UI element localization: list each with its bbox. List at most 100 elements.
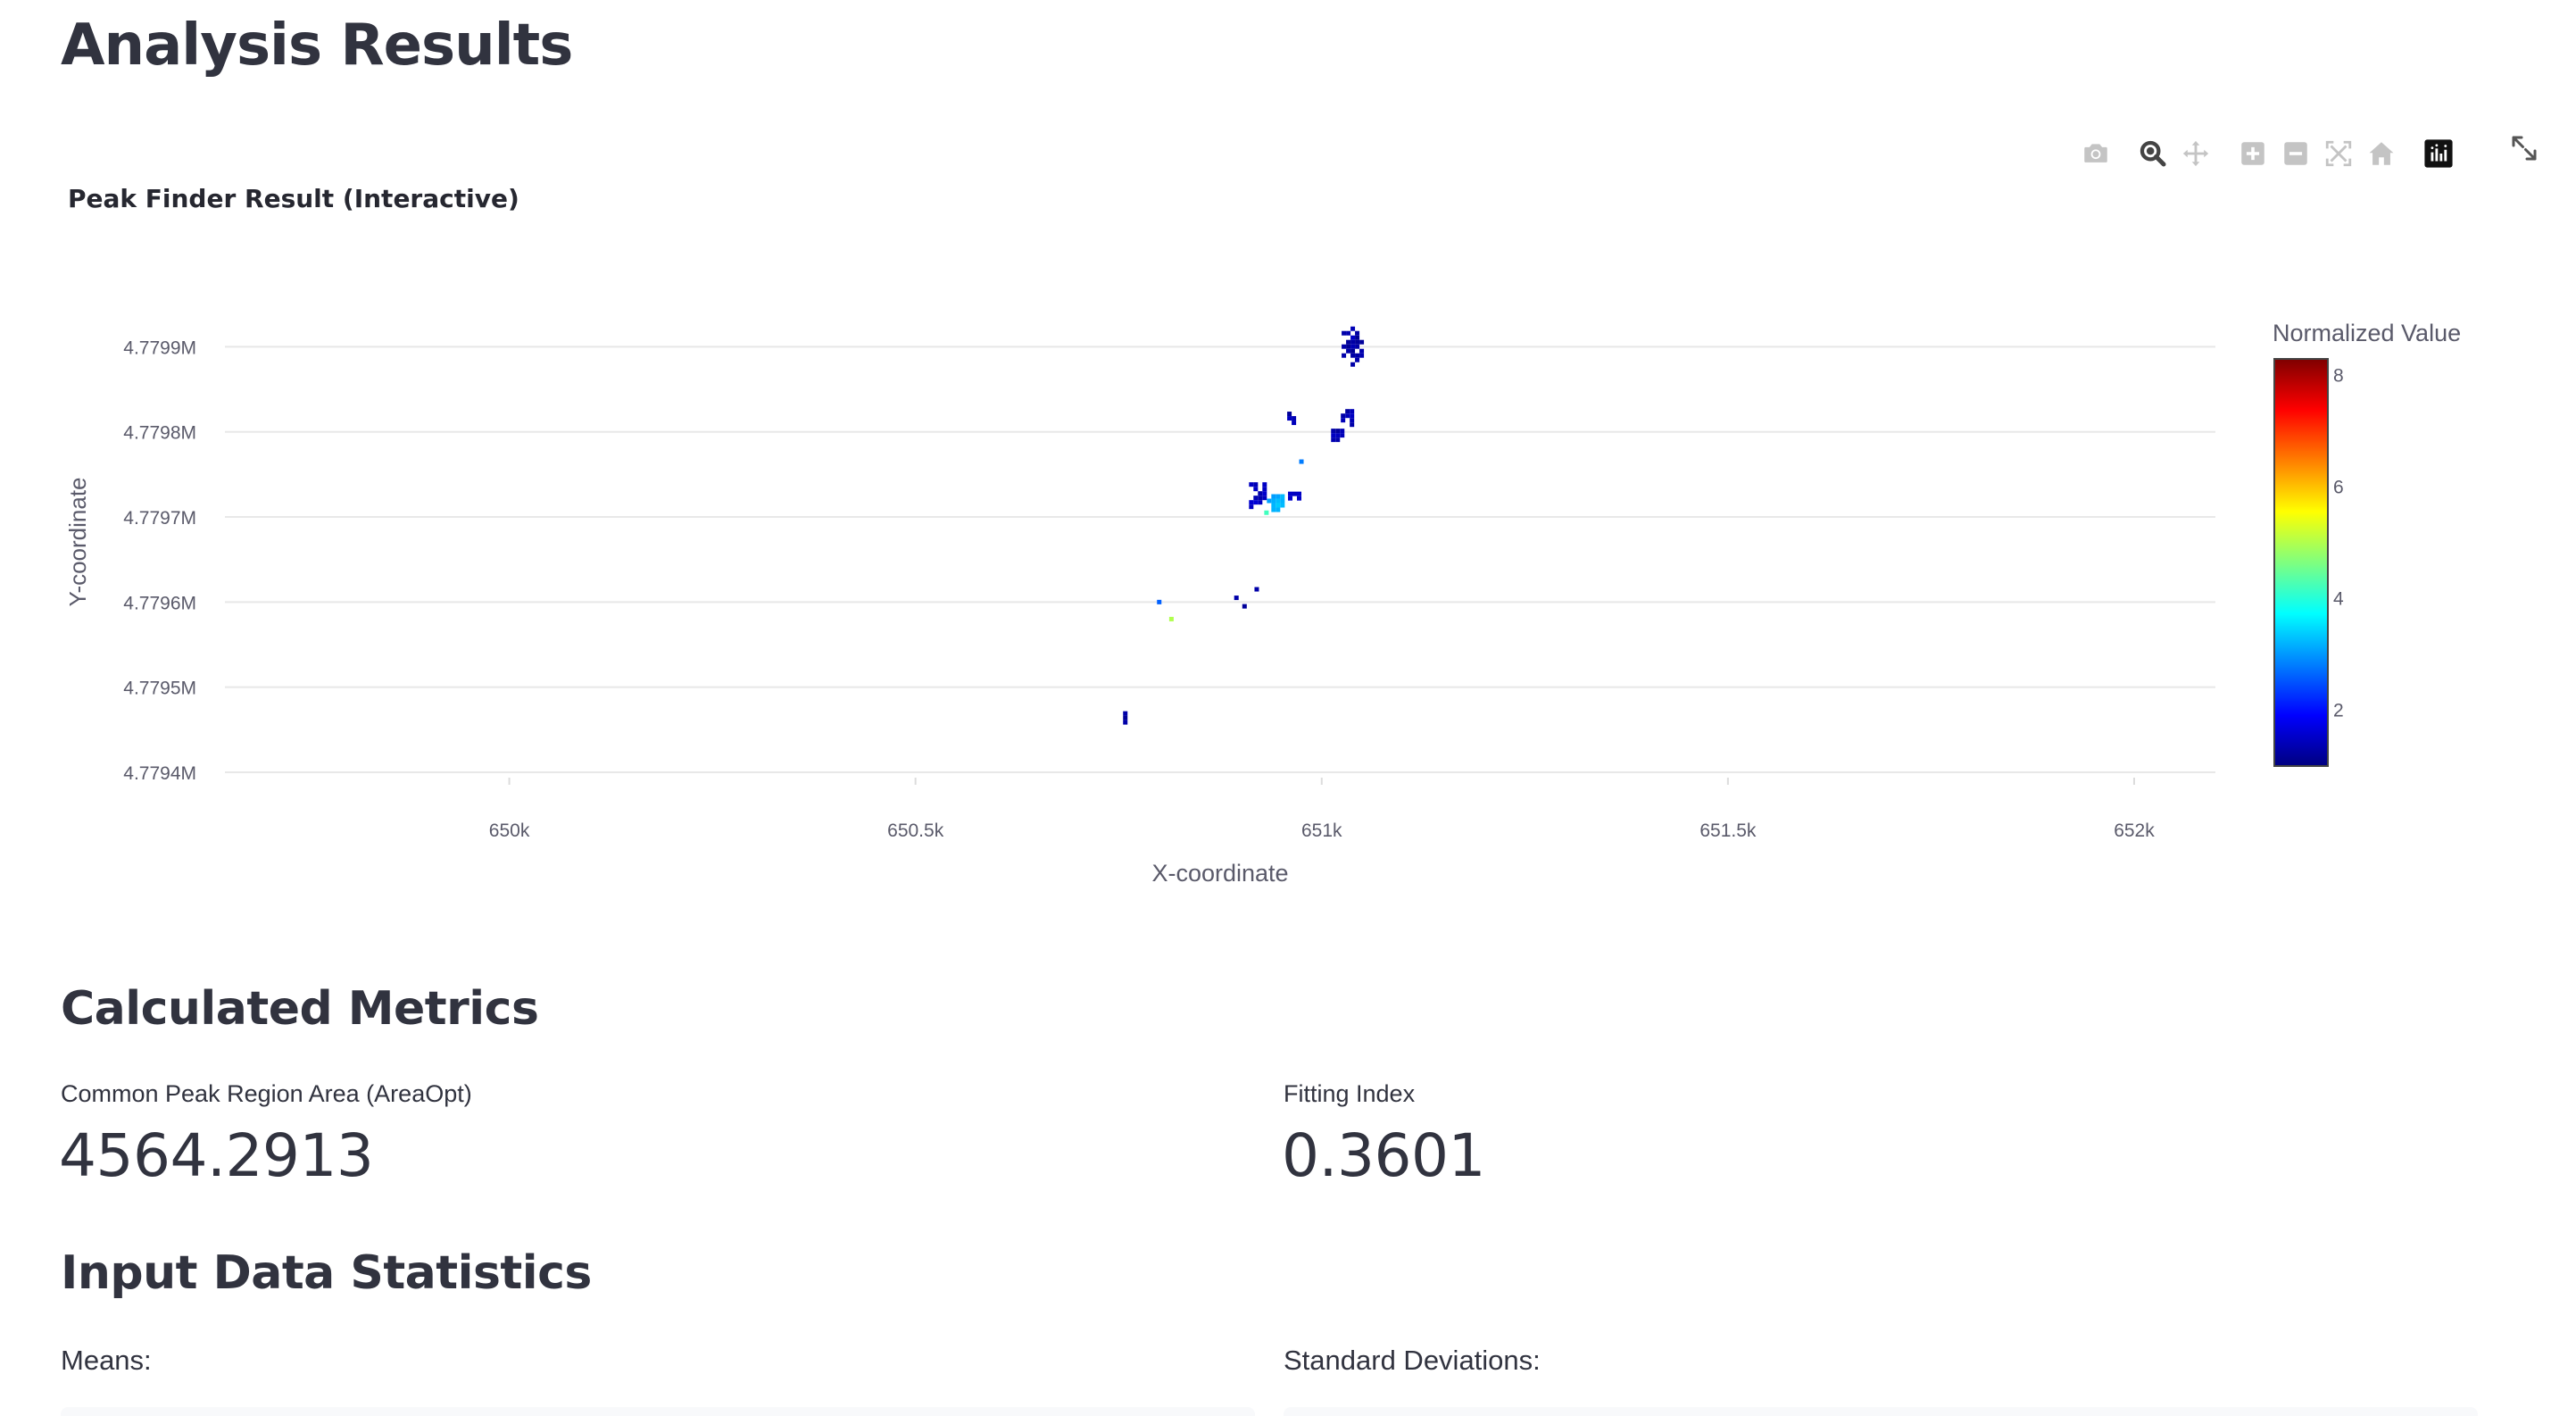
heatmap-cell xyxy=(1331,429,1336,434)
heatmap-cell xyxy=(1335,437,1341,443)
colorbar-tick-label: 6 xyxy=(2333,478,2344,498)
heatmap-cell xyxy=(1355,353,1360,358)
heatmap-cell xyxy=(1276,498,1281,504)
heatmap-cell xyxy=(1249,500,1254,505)
heatmap-point xyxy=(1299,459,1304,464)
heatmap-cell xyxy=(1341,418,1346,423)
std-table xyxy=(1284,1407,2478,1416)
heatmap-cell xyxy=(1350,353,1356,358)
heatmap-cell xyxy=(1258,496,1263,501)
colorbar-title: Normalized Value xyxy=(2273,320,2461,346)
heatmap-cell xyxy=(1287,412,1292,417)
heatmap-cell xyxy=(1331,433,1336,438)
zoom-out-icon[interactable] xyxy=(2278,136,2314,171)
heatmap-cell xyxy=(1355,357,1360,362)
heatmap-cell xyxy=(1253,496,1259,501)
heatmap-cell xyxy=(1276,494,1281,499)
heatmap-cell xyxy=(1359,353,1365,358)
metrics-heading: Calculated Metrics xyxy=(61,982,539,1036)
heatmap-cell xyxy=(1342,330,1347,336)
heatmap-cell xyxy=(1341,413,1346,419)
heatmap-cell xyxy=(1123,711,1128,716)
heatmap-cell xyxy=(1350,339,1356,345)
heatmap-cell xyxy=(1346,348,1351,354)
heatmap-point xyxy=(1234,596,1239,601)
heatmap-cell xyxy=(1355,335,1360,340)
y-axis-title: Y-coordinate xyxy=(64,477,91,606)
y-tick-label: 4.7798M xyxy=(123,423,196,444)
peak-cluster xyxy=(1341,409,1355,428)
peak-cluster xyxy=(1123,711,1128,725)
home-icon[interactable] xyxy=(2364,136,2399,171)
heatmap-cell xyxy=(1280,498,1285,504)
means-label: Means: xyxy=(61,1345,152,1376)
peak-cluster xyxy=(1249,482,1267,510)
heatmap-cell xyxy=(1271,498,1276,504)
heatmap-cell xyxy=(1249,482,1254,487)
peak-cluster xyxy=(1267,494,1285,512)
heatmap-cell xyxy=(1287,416,1292,421)
heatmap-point xyxy=(1254,587,1259,592)
heatmap-cell xyxy=(1296,491,1301,496)
heatmap-point xyxy=(1242,604,1247,609)
heatmap-cell xyxy=(1350,344,1356,349)
autoscale-icon[interactable] xyxy=(2321,136,2356,171)
heatmap-cell xyxy=(1346,339,1351,345)
heatmap-cell xyxy=(1271,507,1276,512)
heatmap-cell xyxy=(1262,496,1267,501)
heatmap-cell xyxy=(1253,482,1259,487)
heatmap-cell xyxy=(1342,344,1347,349)
heatmap-cell xyxy=(1350,422,1355,428)
heatmap-cell xyxy=(1345,409,1350,414)
x-tick-label: 651k xyxy=(1301,820,1342,841)
heatmap-cell xyxy=(1331,437,1336,443)
heatmap-cell xyxy=(1345,413,1350,419)
heatmap-cell xyxy=(1253,487,1259,492)
heatmap-cell xyxy=(1340,429,1345,434)
heatmap-cell xyxy=(1359,348,1365,354)
heatmap-chart[interactable]: 4.7794M 4.7795M 4.7796M 4.7797M 4.7798M 4.779… xyxy=(0,214,2576,911)
heatmap-cell xyxy=(1276,503,1281,508)
plotly-logo-icon[interactable] xyxy=(2421,136,2456,171)
heatmap-cell xyxy=(1350,335,1356,340)
heatmap-cell xyxy=(1280,494,1285,499)
zoom-in-icon[interactable] xyxy=(2235,136,2271,171)
heatmap-cell xyxy=(1292,416,1297,421)
zoom-icon[interactable] xyxy=(2135,136,2171,171)
y-tick-label: 4.7796M xyxy=(123,593,196,613)
colorbar xyxy=(2273,358,2329,767)
x-tick-label: 650.5k xyxy=(887,820,944,841)
peak-cluster xyxy=(1331,429,1345,443)
heatmap-cell xyxy=(1355,330,1360,336)
heatmap-cell xyxy=(1346,330,1351,336)
heatmap-cell xyxy=(1280,503,1285,508)
y-tick-label: 4.7795M xyxy=(123,679,196,699)
heatmap-cell xyxy=(1296,496,1301,501)
expand-icon[interactable] xyxy=(2505,129,2544,168)
heatmap-cell xyxy=(1335,433,1341,438)
x-tick-label: 650k xyxy=(489,820,530,841)
camera-icon[interactable] xyxy=(2078,136,2114,171)
metric-area-value: 4564.2913 xyxy=(59,1121,374,1190)
heatmap-cell xyxy=(1287,491,1292,496)
heatmap-cell xyxy=(1346,344,1351,349)
y-tick-label: 4.7794M xyxy=(123,763,196,784)
heatmap-cell xyxy=(1287,496,1292,501)
peak-cluster xyxy=(1287,491,1301,501)
page-title: Analysis Results xyxy=(61,12,573,79)
heatmap-cell xyxy=(1262,491,1267,496)
chart-title: Peak Finder Result (Interactive) xyxy=(68,184,519,213)
heatmap-cell xyxy=(1267,498,1272,504)
heatmap-cell xyxy=(1292,491,1297,496)
heatmap-cell xyxy=(1253,500,1259,505)
heatmap-cell xyxy=(1355,339,1360,345)
heatmap-cell xyxy=(1271,494,1276,499)
heatmap-point xyxy=(1264,510,1269,515)
heatmap-cell xyxy=(1350,413,1355,419)
pan-icon[interactable] xyxy=(2178,136,2214,171)
colorbar-tick-label: 8 xyxy=(2333,366,2344,387)
x-tick-label: 652k xyxy=(2114,820,2155,841)
stats-heading: Input Data Statistics xyxy=(61,1246,592,1300)
heatmap-point xyxy=(1157,599,1162,604)
means-table xyxy=(61,1407,1255,1416)
